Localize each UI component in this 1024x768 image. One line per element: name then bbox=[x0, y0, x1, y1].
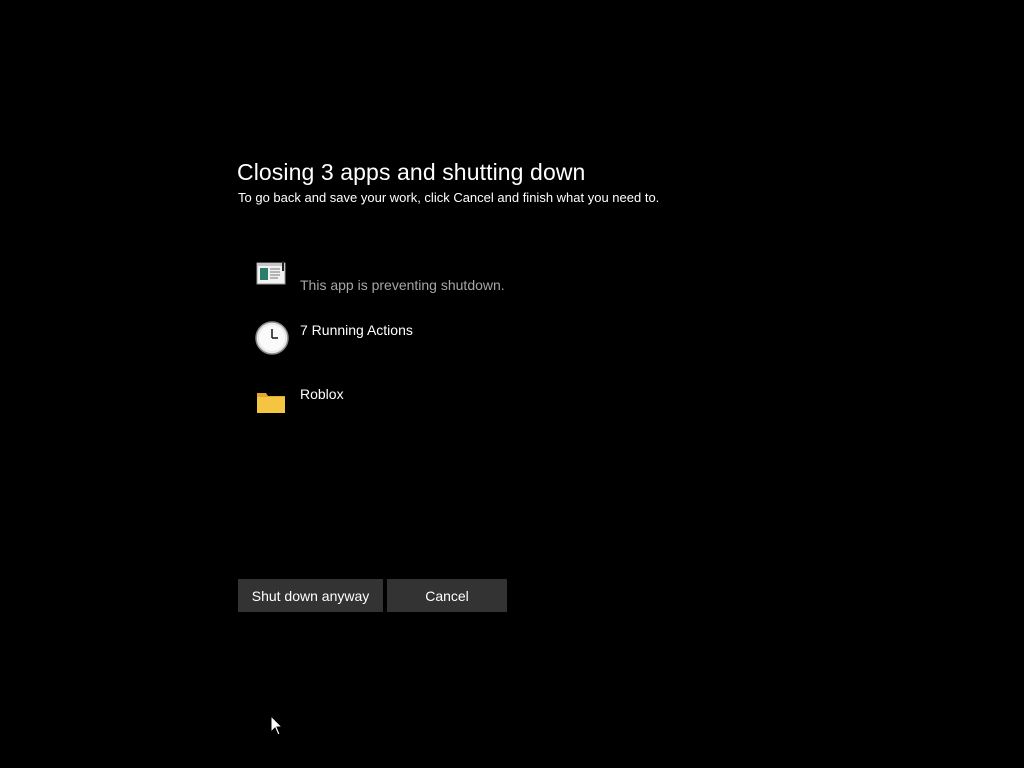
cancel-button[interactable]: Cancel bbox=[387, 579, 507, 612]
folder-icon bbox=[254, 384, 288, 418]
shut-down-anyway-button[interactable]: Shut down anyway bbox=[238, 579, 383, 612]
list-item: 7 Running Actions bbox=[254, 320, 754, 360]
app-name: Roblox bbox=[300, 386, 344, 402]
list-item: Roblox bbox=[254, 384, 754, 424]
app-status: This app is preventing shutdown. bbox=[300, 277, 505, 293]
page-subtitle: To go back and save your work, click Can… bbox=[238, 190, 660, 205]
shutdown-screen: Closing 3 apps and shutting down To go b… bbox=[0, 0, 1024, 768]
page-title: Closing 3 apps and shutting down bbox=[237, 159, 586, 185]
clock-icon bbox=[254, 320, 289, 355]
app-window-icon bbox=[254, 258, 288, 292]
app-name: 7 Running Actions bbox=[300, 322, 413, 338]
list-item: This app is preventing shutdown. bbox=[254, 258, 754, 298]
mouse-pointer-icon bbox=[270, 714, 284, 737]
